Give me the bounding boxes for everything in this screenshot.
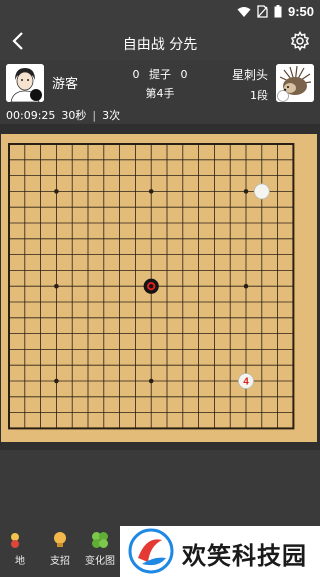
title-bar: 自由战 分先	[0, 24, 320, 60]
variation-icon	[92, 531, 108, 548]
wifi-icon	[237, 6, 251, 17]
hedgehog-avatar-icon	[276, 64, 314, 102]
timer-row: 00:09:25 30秒 | 3次	[6, 107, 120, 123]
star-point	[243, 283, 249, 289]
no-sim-icon	[257, 5, 268, 18]
status-bar: 9:50	[0, 0, 320, 24]
gear-icon[interactable]	[290, 31, 310, 51]
black-stone	[143, 278, 159, 294]
timer-separator: |	[92, 108, 97, 122]
board-area: 4	[0, 124, 320, 450]
star-point	[54, 378, 59, 384]
territory-icon	[11, 532, 19, 548]
territory-button[interactable]: 地	[0, 520, 40, 577]
player-avatar-right[interactable]	[276, 64, 314, 102]
board-grid[interactable]: 4	[1, 134, 317, 442]
move-number-label: 4	[243, 377, 249, 388]
player-info: 游客 0 提子 0 第4手 星刺头 1段	[0, 60, 320, 106]
page-title: 自由战 分先	[122, 37, 198, 53]
status-time: 9:50	[287, 4, 314, 19]
watermark-text: 欢笑科技园	[182, 542, 307, 570]
battery-icon	[274, 5, 282, 18]
captures-left: 0	[132, 68, 140, 81]
variation-button[interactable]: 变化图	[80, 520, 120, 577]
tool-label: 地	[15, 555, 25, 567]
hint-button[interactable]: 支招	[40, 520, 80, 577]
watermark-logo-icon	[128, 528, 174, 574]
star-point	[54, 283, 59, 289]
tool-label: 支招	[50, 555, 70, 567]
player-rank-right: 1段	[250, 89, 268, 102]
white-stone	[253, 183, 270, 200]
bottom-toolbar: 地 支招 变化图	[0, 520, 120, 577]
star-point	[243, 189, 249, 194]
captures-display: 0 提子 0	[0, 66, 320, 82]
go-board[interactable]: 4	[1, 134, 317, 442]
byoyomi-time: 30秒	[61, 109, 87, 122]
star-point	[148, 378, 154, 384]
watermark: 欢笑科技园	[120, 526, 320, 577]
lightbulb-icon	[54, 531, 66, 547]
player-name-right: 星刺头	[231, 68, 268, 82]
byoyomi-periods: 3次	[102, 109, 121, 122]
move-number: 第4手	[145, 87, 175, 100]
captures-right: 0	[180, 68, 188, 81]
tool-label: 变化图	[85, 555, 115, 567]
star-point	[148, 189, 154, 194]
captures-label: 提子	[149, 68, 171, 81]
star-point	[54, 189, 59, 194]
main-time: 00:09:25	[6, 108, 56, 122]
status-icons: 9:50	[237, 4, 314, 19]
